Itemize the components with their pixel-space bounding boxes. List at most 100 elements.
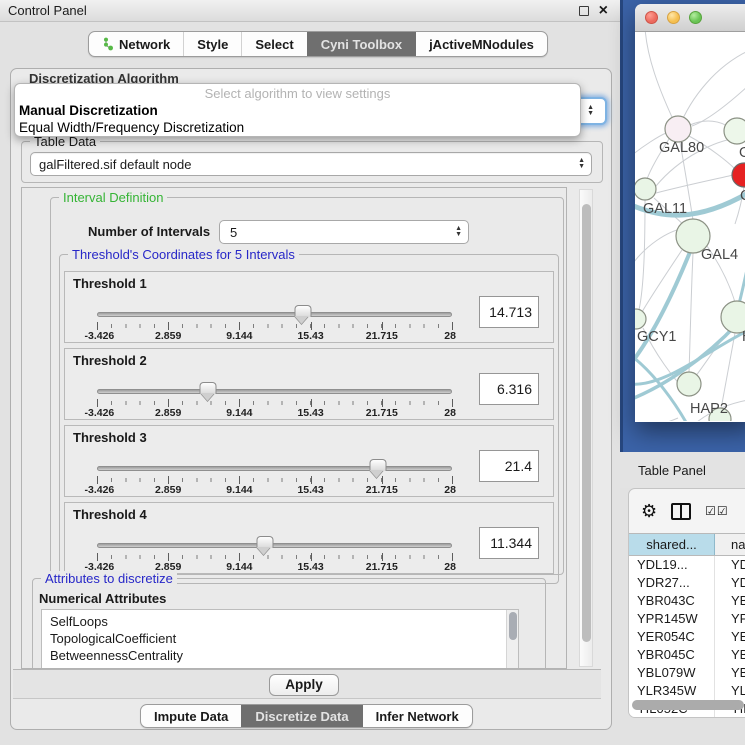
node-label: GAL4 <box>701 247 738 263</box>
threshold-1-slider[interactable] <box>97 312 452 317</box>
float-panel-icon[interactable] <box>579 6 589 16</box>
list-item[interactable]: BetweennessCentrality <box>50 647 518 664</box>
threshold-4-value-field[interactable]: 11.344 <box>479 527 539 559</box>
threshold-1-value-field[interactable]: 14.713 <box>479 296 539 328</box>
horizontal-scrollbar[interactable] <box>632 700 744 710</box>
tab-jactivemnodules[interactable]: jActiveMNodules <box>415 32 547 56</box>
table-row[interactable]: YDL19...YDL1 <box>629 556 745 574</box>
table-row[interactable]: YBR043CYBR0 <box>629 592 745 610</box>
threshold-1-label: Threshold 1 <box>73 276 147 291</box>
list-item[interactable]: SelfLoops <box>50 613 518 630</box>
table-data-value: galFiltered.sif default node <box>39 157 191 172</box>
threshold-2-label: Threshold 2 <box>73 353 147 368</box>
table-data-combobox[interactable]: galFiltered.sif default node ▲▼ <box>30 152 592 176</box>
table-row[interactable]: YPR145WYPR1 <box>629 610 745 628</box>
panel-title: Control Panel <box>8 3 579 18</box>
window-close-icon[interactable] <box>645 11 658 24</box>
tab-network[interactable]: Network <box>89 32 183 56</box>
tab-style[interactable]: Style <box>183 32 241 56</box>
node-label: GAL80 <box>659 140 704 156</box>
stepper-arrows-icon: ▲▼ <box>587 105 600 117</box>
column-header-name[interactable]: na <box>715 534 745 555</box>
attributes-group: Attributes to discretize Numerical Attri… <box>32 578 546 669</box>
tab-discretize-data[interactable]: Discretize Data <box>241 705 361 727</box>
table-toolbar: ⚙ ☑☑ <box>629 489 745 533</box>
slider-tick-labels: -3.4262.8599.14415.4321.71528 <box>97 407 453 419</box>
network-view-window[interactable]: GAL80 GAL C GAL11 GAL4 GCY1 H HAP2 <box>635 4 745 422</box>
number-of-intervals-spinner[interactable]: 5 ▲▼ <box>219 220 469 244</box>
stepper-arrows-icon: ▲▼ <box>578 158 591 170</box>
dropdown-placeholder: Select algorithm to view settings <box>17 86 578 102</box>
threshold-2-panel: Threshold 2 -3.4262.8599.14415.4321.7152… <box>64 348 554 420</box>
table-row[interactable]: YLR345WYLR3 <box>629 682 745 700</box>
node-label: C <box>740 188 745 204</box>
numerical-attributes-label: Numerical Attributes <box>39 591 166 606</box>
thresholds-group: Threshold's Coordinates for 5 Intervals … <box>59 254 559 584</box>
node-label: GAL11 <box>643 201 687 217</box>
interval-definition-group: Interval Definition Number of Intervals … <box>50 197 564 575</box>
node[interactable] <box>724 118 745 144</box>
close-icon[interactable]: × <box>599 6 608 16</box>
threshold-3-label: Threshold 3 <box>73 430 147 445</box>
node-gal11[interactable] <box>635 178 656 200</box>
table-header-row: shared... na <box>629 533 745 556</box>
stepper-arrows-icon: ▲▼ <box>455 226 468 238</box>
tab-select[interactable]: Select <box>241 32 306 56</box>
threshold-2-slider[interactable] <box>97 389 452 394</box>
slider-ticks <box>97 399 453 407</box>
threshold-4-panel: Threshold 4 -3.4262.8599.14415.4321.7152… <box>64 502 554 574</box>
control-panel: Control Panel × Network Style Select Cyn… <box>0 0 620 745</box>
checkbox-icons[interactable]: ☑☑ <box>705 504 729 518</box>
apply-button[interactable]: Apply <box>269 674 339 696</box>
node-label: GCY1 <box>637 329 677 345</box>
window-minimize-icon[interactable] <box>667 11 680 24</box>
threshold-1-panel: Threshold 1 -3.4262.8599.14415.4321.7152… <box>64 271 554 343</box>
network-window-titlebar <box>635 4 745 32</box>
interval-definition-title: Interval Definition <box>59 190 167 205</box>
apply-row: Apply <box>13 669 601 699</box>
scrollbar-thumb[interactable] <box>582 204 591 642</box>
column-header-shared-name[interactable]: shared... <box>629 534 715 555</box>
table-data-group: Table Data galFiltered.sif default node … <box>21 141 603 183</box>
threshold-3-slider[interactable] <box>97 466 452 471</box>
list-scrollbar[interactable] <box>506 610 518 669</box>
threshold-3-panel: Threshold 3 -3.4262.8599.14415.4321.7152… <box>64 425 554 497</box>
gear-icon[interactable]: ⚙ <box>641 502 657 520</box>
node-label: GAL <box>739 145 745 161</box>
node-hap2[interactable] <box>677 372 701 396</box>
dropdown-option-manual[interactable]: Manual Discretization <box>17 102 578 119</box>
table-row[interactable]: YER054CYER0 <box>629 628 745 646</box>
node-gcy1[interactable] <box>635 309 646 329</box>
node-gal80[interactable] <box>665 116 691 142</box>
table-row[interactable]: YBR045CYBR0 <box>629 646 745 664</box>
slider-ticks <box>97 476 453 484</box>
node-selected-red[interactable] <box>732 163 745 187</box>
list-item[interactable]: TopologicalCoefficient <box>50 630 518 647</box>
table-row[interactable]: YDR27...YDR2 <box>629 574 745 592</box>
slider-tick-labels: -3.4262.8599.14415.4321.71528 <box>97 330 453 342</box>
cyni-toolbox-panel: Discretization Algorithm ▲▼ Select algor… <box>10 68 612 730</box>
tab-infer-network[interactable]: Infer Network <box>362 705 472 727</box>
threshold-4-label: Threshold 4 <box>73 507 147 522</box>
table-row[interactable]: YBL079WYBL0 <box>629 664 745 682</box>
attributes-list[interactable]: SelfLoops TopologicalCoefficient Between… <box>41 609 519 669</box>
panel-scrollbar[interactable] <box>579 189 593 667</box>
slider-ticks <box>97 322 453 330</box>
right-region: GAL80 GAL C GAL11 GAL4 GCY1 H HAP2 Table… <box>620 0 745 745</box>
control-panel-titlebar: Control Panel × <box>0 0 620 22</box>
thresholds-group-title: Threshold's Coordinates for 5 Intervals <box>68 247 299 262</box>
tab-impute-data[interactable]: Impute Data <box>141 705 241 727</box>
intervals-value: 5 <box>230 225 237 240</box>
algorithm-dropdown-popup: Select algorithm to view settings Manual… <box>14 83 581 137</box>
threshold-2-value-field[interactable]: 6.316 <box>479 373 539 405</box>
window-zoom-icon[interactable] <box>689 11 702 24</box>
split-view-icon[interactable] <box>671 503 691 520</box>
table-panel-title: Table Panel <box>638 463 706 478</box>
threshold-4-slider[interactable] <box>97 543 452 548</box>
threshold-3-value-field[interactable]: 21.4 <box>479 450 539 482</box>
dropdown-option-equal-width[interactable]: Equal Width/Frequency Discretization <box>17 119 578 136</box>
control-panel-tabs: Network Style Select Cyni Toolbox jActiv… <box>88 31 548 57</box>
network-canvas[interactable]: GAL80 GAL C GAL11 GAL4 GCY1 H HAP2 <box>635 32 745 421</box>
tab-cyni-toolbox[interactable]: Cyni Toolbox <box>307 32 415 56</box>
slider-ticks <box>97 553 453 561</box>
